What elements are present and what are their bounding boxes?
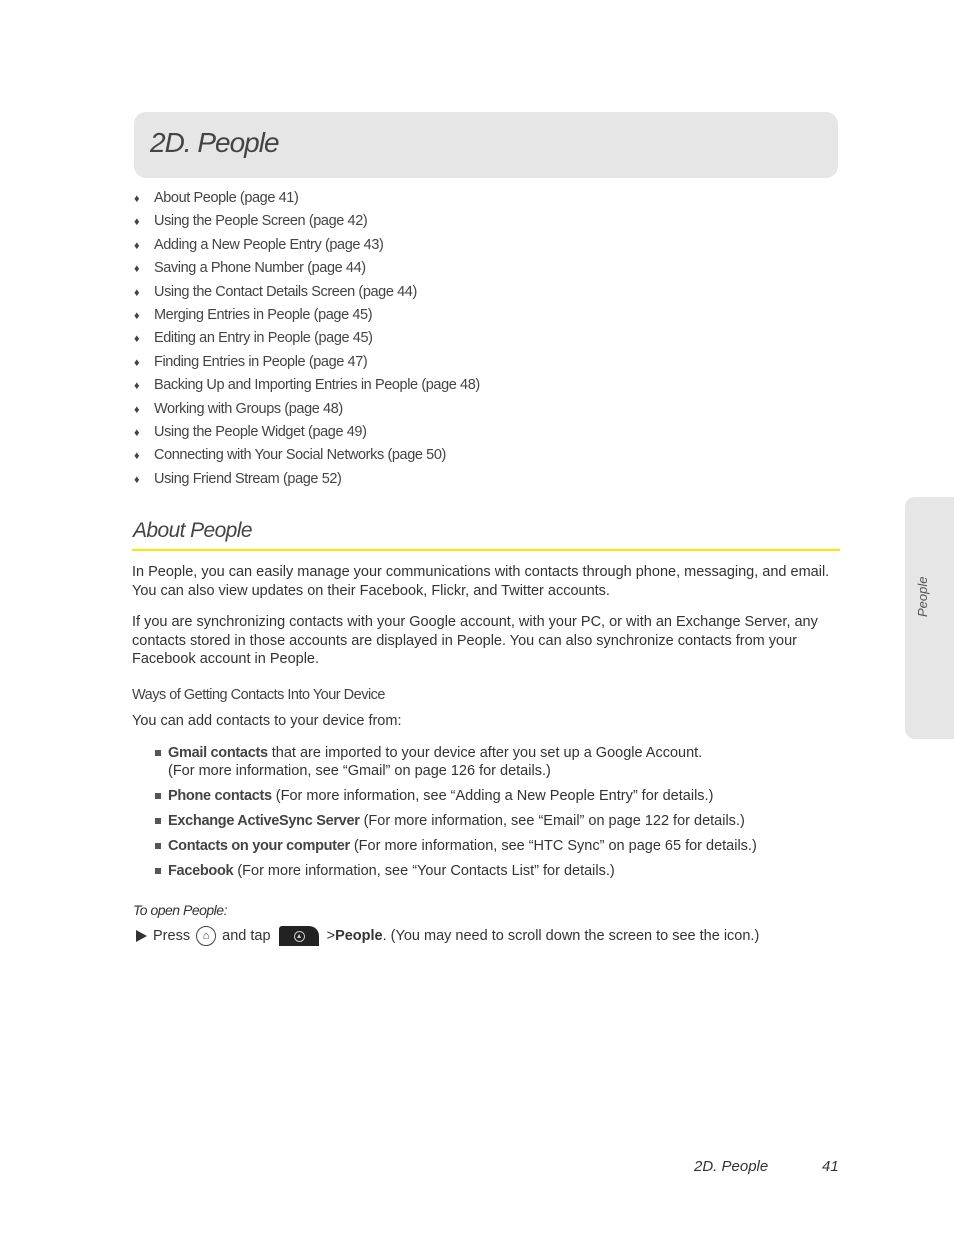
footer-page-number: 41 [822, 1158, 839, 1175]
toc-item[interactable]: ♦ Connecting with Your Social Networks (p… [134, 444, 480, 467]
diamond-bullet-icon: ♦ [134, 193, 140, 205]
toc-item-label: Finding Entries in People (page 47) [154, 353, 368, 370]
toc-item-label: Using Friend Stream (page 52) [154, 470, 342, 487]
toc-item[interactable]: ♦ Using the People Widget (page 49) [134, 421, 480, 444]
procedure-label: To open People: [133, 902, 227, 918]
toc-item-label: Using the Contact Details Screen (page 4… [154, 283, 417, 300]
chapter-title: 2D. People [150, 127, 280, 158]
toc-item[interactable]: ♦ Adding a New People Entry (page 43) [134, 234, 480, 257]
diamond-bullet-icon: ♦ [134, 263, 140, 276]
diamond-bullet-icon: ♦ [134, 450, 140, 463]
toc-item[interactable]: ♦ About People (page 41) [134, 187, 480, 210]
toc-item-label: Using the People Screen (page 42) [154, 213, 368, 230]
intro-text: You can add contacts to your device from… [132, 713, 402, 729]
list-item-text: (For more information, see “Email” on pa… [359, 813, 745, 829]
subheading: Ways of Getting Contacts Into Your Devic… [132, 687, 386, 703]
toc-item-label: Using the People Widget (page 49) [154, 423, 367, 440]
diamond-bullet-icon: ♦ [134, 333, 140, 346]
toc-item[interactable]: ♦ Using the People Screen (page 42) [134, 210, 480, 233]
diamond-bullet-icon: ♦ [134, 473, 140, 486]
toc-item[interactable]: ♦ Saving a Phone Number (page 44) [134, 257, 480, 280]
list-item-text: (For more information, see “Your Contact… [233, 863, 615, 879]
all-apps-tab-icon: ▲ [278, 926, 319, 947]
list-item: Contacts on your computer (For more info… [154, 837, 834, 855]
toc-item-label: Merging Entries in People (page 45) [154, 306, 373, 323]
diamond-bullet-icon: ♦ [134, 286, 140, 299]
list-item-text: (For more information, see “HTC Sync” on… [349, 838, 757, 854]
toc-item-label: Connecting with Your Social Networks (pa… [154, 447, 446, 464]
list-item-term: Exchange ActiveSync Server [168, 813, 360, 829]
step-note: . (You may need to scroll down the scree… [382, 928, 760, 945]
toc-item[interactable]: ♦ Merging Entries in People (page 45) [134, 304, 480, 327]
list-item: Facebook (For more information, see “You… [154, 862, 834, 880]
square-bullet-icon [155, 750, 161, 756]
list-item-term: Contacts on your computer [168, 838, 350, 854]
chapter-banner: 2D. People [134, 112, 838, 178]
paragraph: In People, you can easily manage your co… [132, 564, 830, 599]
square-bullet-icon [155, 793, 161, 799]
step-separator: > [326, 928, 336, 945]
footer-section-title: 2D. People [694, 1158, 769, 1175]
diamond-bullet-icon: ♦ [134, 216, 140, 229]
list-item-text: (For more information, see “Gmail” on pa… [168, 763, 551, 779]
toc-item-label: Editing an Entry in People (page 45) [154, 330, 373, 347]
contact-sources-list: Gmail contacts that are imported to your… [154, 744, 834, 887]
list-item: Gmail contacts that are imported to your… [154, 744, 834, 780]
list-item: Exchange ActiveSync Server (For more inf… [154, 812, 834, 830]
diamond-bullet-icon: ♦ [134, 356, 140, 369]
section-title: About People [133, 519, 253, 542]
square-bullet-icon [155, 868, 161, 874]
diamond-bullet-icon: ♦ [134, 426, 140, 439]
toc-item-label: Adding a New People Entry (page 43) [154, 236, 384, 253]
diamond-bullet-icon: ♦ [134, 239, 140, 252]
side-thumb-tab: People [905, 497, 954, 739]
step-arrow-icon [136, 930, 147, 943]
paragraph: If you are synchronizing contacts with y… [132, 614, 818, 667]
toc-item-label: Saving a Phone Number (page 44) [154, 260, 366, 277]
toc-item-label: Working with Groups (page 48) [154, 400, 343, 417]
toc-item[interactable]: ♦ Working with Groups (page 48) [134, 398, 480, 421]
toc-item[interactable]: ♦ Using the Contact Details Screen (page … [134, 281, 480, 304]
list-item-text: that are imported to your device after y… [267, 745, 703, 761]
toc-item[interactable]: ♦ Editing an Entry in People (page 45) [134, 327, 480, 350]
step-text: and tap [222, 928, 271, 945]
toc-item[interactable]: ♦ Finding Entries in People (page 47) [134, 351, 480, 374]
toc-item[interactable]: ♦ Backing Up and Importing Entries in Peo… [134, 374, 480, 397]
side-tab-label: People [915, 576, 930, 617]
diamond-bullet-icon: ♦ [134, 403, 140, 416]
step-target: People [335, 928, 383, 945]
list-item-term: Facebook [168, 863, 234, 879]
toc-item-label: Backing Up and Importing Entries in Peop… [154, 377, 480, 394]
square-bullet-icon [155, 843, 161, 849]
list-item-text: (For more information, see “Adding a New… [271, 788, 714, 804]
step-text: Press [153, 928, 191, 945]
chapter-toc: ♦ About People (page 41) ♦ Using the Peopl… [134, 187, 480, 491]
square-bullet-icon [155, 818, 161, 824]
diamond-bullet-icon: ♦ [134, 309, 140, 322]
list-item-term: Phone contacts [168, 788, 272, 804]
home-key-icon: ⌂ [196, 926, 217, 947]
procedure-step: Press ⌂ and tap ▲ >People. (You may need… [136, 924, 759, 948]
toc-item-label: About People (page 41) [154, 190, 299, 206]
diamond-bullet-icon: ♦ [134, 380, 140, 393]
section-divider [132, 549, 840, 551]
list-item-term: Gmail contacts [168, 745, 268, 761]
list-item: Phone contacts (For more information, se… [154, 787, 834, 805]
toc-item[interactable]: ♦ Using Friend Stream (page 52) [134, 468, 480, 491]
